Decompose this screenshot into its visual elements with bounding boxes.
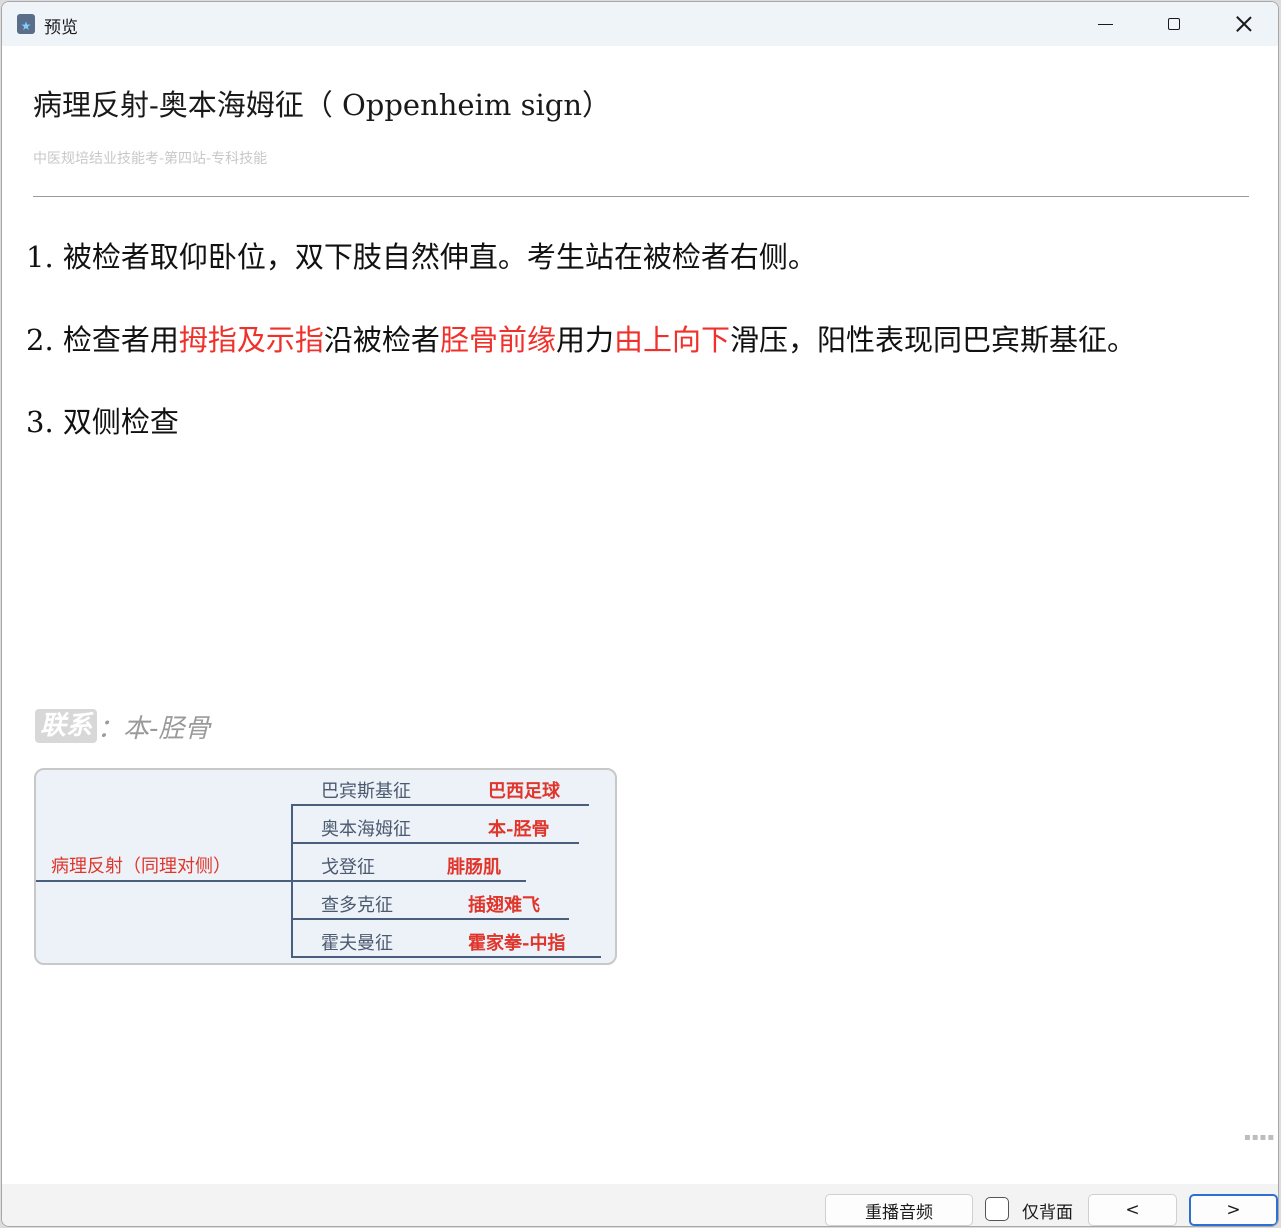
back-only-label[interactable]: 仅背面 (1022, 1198, 1073, 1223)
mindmap-mnemonic: 插翅难飞 (468, 895, 540, 916)
step-2: 2. 检查者用拇指及示指沿被检者胫骨前缘用力由上向下滑压，阳性表现同巴宾斯基征。 (26, 317, 1136, 359)
step-text: 用力 (555, 323, 614, 357)
mindmap-mnemonic: 霍家拳-中指 (468, 933, 566, 954)
step-text: 沿被检者 (323, 323, 440, 357)
step-text: 滑压，阳性表现同巴宾斯基征。 (729, 323, 1136, 357)
mindmap-branch-line (293, 880, 526, 882)
mindmap-sign: 查多克征 (321, 895, 393, 916)
mindmap-mnemonic: 巴西足球 (488, 781, 560, 802)
mindmap-branch-line (293, 918, 569, 920)
step-3: 3. 双侧检查 (26, 399, 179, 441)
step-text: 被检者取仰卧位，双下肢自然伸直。考生站在被检者右侧。 (62, 240, 817, 274)
step-number: 1. (26, 240, 54, 274)
maximize-button[interactable] (1151, 2, 1197, 46)
step-highlight: 由上向下 (613, 323, 730, 357)
mindmap-sign: 戈登征 (321, 857, 375, 878)
mindmap-root-line (36, 880, 293, 882)
mindmap-root: 病理反射（同理对侧） (51, 856, 231, 877)
mindmap-sign: 巴宾斯基征 (321, 781, 411, 802)
step-text: 检查者用 (62, 323, 179, 357)
title-bar[interactable]: ★ 预览 (2, 2, 1278, 46)
next-button[interactable]: > (1189, 1194, 1278, 1226)
mindmap-branch-line (293, 956, 601, 958)
resize-grip-icon[interactable]: ▪▪▪▪ (1244, 1132, 1275, 1143)
mindmap-branch-line (293, 842, 579, 844)
previous-button[interactable]: < (1088, 1194, 1177, 1226)
mindmap-mnemonic: 本-胫骨 (488, 819, 550, 840)
preview-window: ★ 预览 病理反射-奥本海姆征（ Oppenheim sign） 中医规培结业技… (1, 1, 1279, 1227)
step-1: 1. 被检者取仰卧位，双下肢自然伸直。考生站在被检者右侧。 (26, 234, 817, 276)
card-subtitle: 中医规培结业技能考-第四站-专科技能 (33, 151, 268, 167)
mindmap-mnemonic: 腓肠肌 (447, 857, 501, 878)
step-highlight: 拇指及示指 (178, 323, 324, 357)
mindmap-sign: 奥本海姆征 (321, 819, 411, 840)
close-button[interactable] (1221, 2, 1267, 46)
minimize-button[interactable] (1082, 2, 1128, 46)
card-title: 病理反射-奥本海姆征（ Oppenheim sign） (33, 88, 611, 122)
minimize-icon (1097, 23, 1113, 25)
maximize-icon (1168, 18, 1180, 30)
link-text: 本-胫骨 (123, 713, 211, 744)
link-note: 联系 ： 本-胫骨 (35, 708, 210, 744)
bottom-toolbar: 重播音频 仅背面 < > (2, 1184, 1278, 1226)
step-text: 双侧检查 (62, 405, 179, 439)
mindmap-image: 病理反射（同理对侧） 巴宾斯基征 巴西足球 奥本海姆征 本-胫骨 戈登征 腓肠肌… (34, 768, 617, 965)
close-icon (1236, 16, 1252, 32)
step-number: 3. (26, 405, 54, 439)
app-icon: ★ (17, 14, 35, 34)
link-badge: 联系 (35, 709, 98, 743)
mindmap-sign: 霍夫曼征 (321, 933, 393, 954)
step-number: 2. (26, 323, 54, 357)
back-only-checkbox[interactable] (985, 1197, 1009, 1221)
step-highlight: 胫骨前缘 (439, 323, 556, 357)
replay-audio-button[interactable]: 重播音频 (825, 1194, 973, 1226)
divider (33, 196, 1249, 197)
mindmap-branch-line (293, 804, 589, 806)
link-separator: ： (97, 713, 124, 744)
window-title: 预览 (44, 18, 78, 38)
